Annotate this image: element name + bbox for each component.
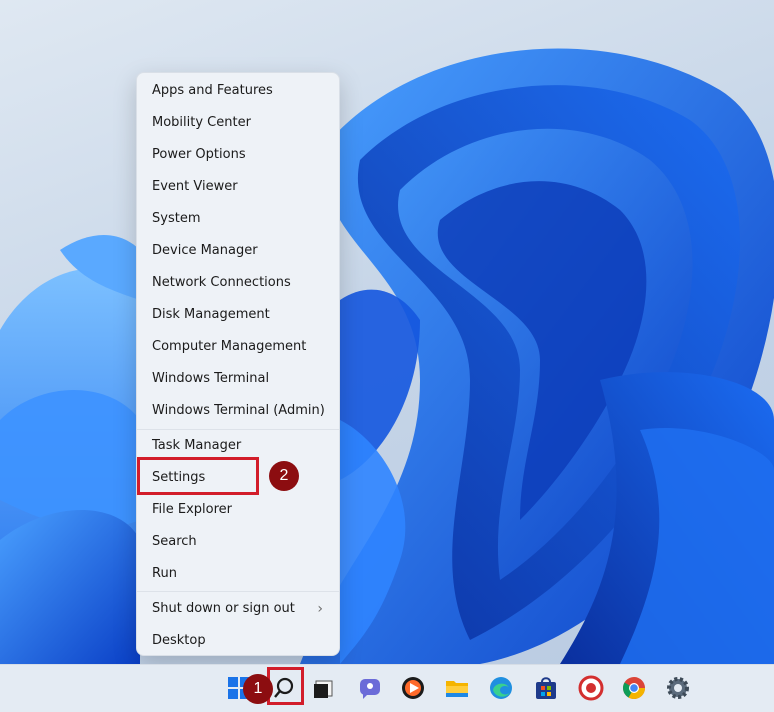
menu-item-power-options[interactable]: Power Options: [141, 140, 335, 170]
menu-item-windows-terminal[interactable]: Windows Terminal: [141, 364, 335, 394]
menu-item-device-manager[interactable]: Device Manager: [141, 236, 335, 266]
menu-item-network-connections[interactable]: Network Connections: [141, 268, 335, 298]
chat-icon[interactable]: [357, 675, 383, 701]
menu-item-run[interactable]: Run: [141, 559, 335, 589]
chevron-right-icon: ›: [317, 601, 323, 617]
menu-item-system[interactable]: System: [141, 204, 335, 234]
menu-separator: [137, 591, 339, 592]
bloom-wallpaper-graphic: [0, 48, 774, 664]
step-1-badge: 1: [243, 674, 273, 704]
media-player-icon[interactable]: [400, 675, 426, 701]
menu-item-search[interactable]: Search: [141, 527, 335, 557]
menu-item-computer-management[interactable]: Computer Management: [141, 332, 335, 362]
chrome-icon[interactable]: [621, 675, 647, 701]
menu-separator: [137, 429, 339, 430]
settings-highlight-box: [137, 457, 259, 495]
file-explorer-icon[interactable]: [444, 675, 470, 701]
menu-item-mobility-center[interactable]: Mobility Center: [141, 108, 335, 138]
menu-item-desktop[interactable]: Desktop: [141, 626, 335, 656]
winx-context-menu: Apps and Features Mobility Center Power …: [136, 72, 340, 656]
menu-item-file-explorer[interactable]: File Explorer: [141, 495, 335, 525]
menu-item-windows-terminal-admin[interactable]: Windows Terminal (Admin): [141, 396, 335, 426]
step-2-badge: 2: [269, 461, 299, 491]
desktop-wallpaper: [0, 0, 774, 664]
taskbar: [0, 664, 774, 712]
menu-item-shut-down-or-sign-out[interactable]: Shut down or sign out ›: [141, 594, 335, 624]
menu-item-event-viewer[interactable]: Event Viewer: [141, 172, 335, 202]
menu-item-disk-management[interactable]: Disk Management: [141, 300, 335, 330]
menu-item-apps-and-features[interactable]: Apps and Features: [141, 76, 335, 106]
edge-icon[interactable]: [488, 675, 514, 701]
app-icon[interactable]: [578, 675, 604, 701]
menu-item-label: Shut down or sign out: [152, 601, 295, 616]
task-view-icon[interactable]: [312, 675, 338, 701]
settings-gear-icon[interactable]: [665, 675, 691, 701]
store-icon[interactable]: [533, 675, 559, 701]
